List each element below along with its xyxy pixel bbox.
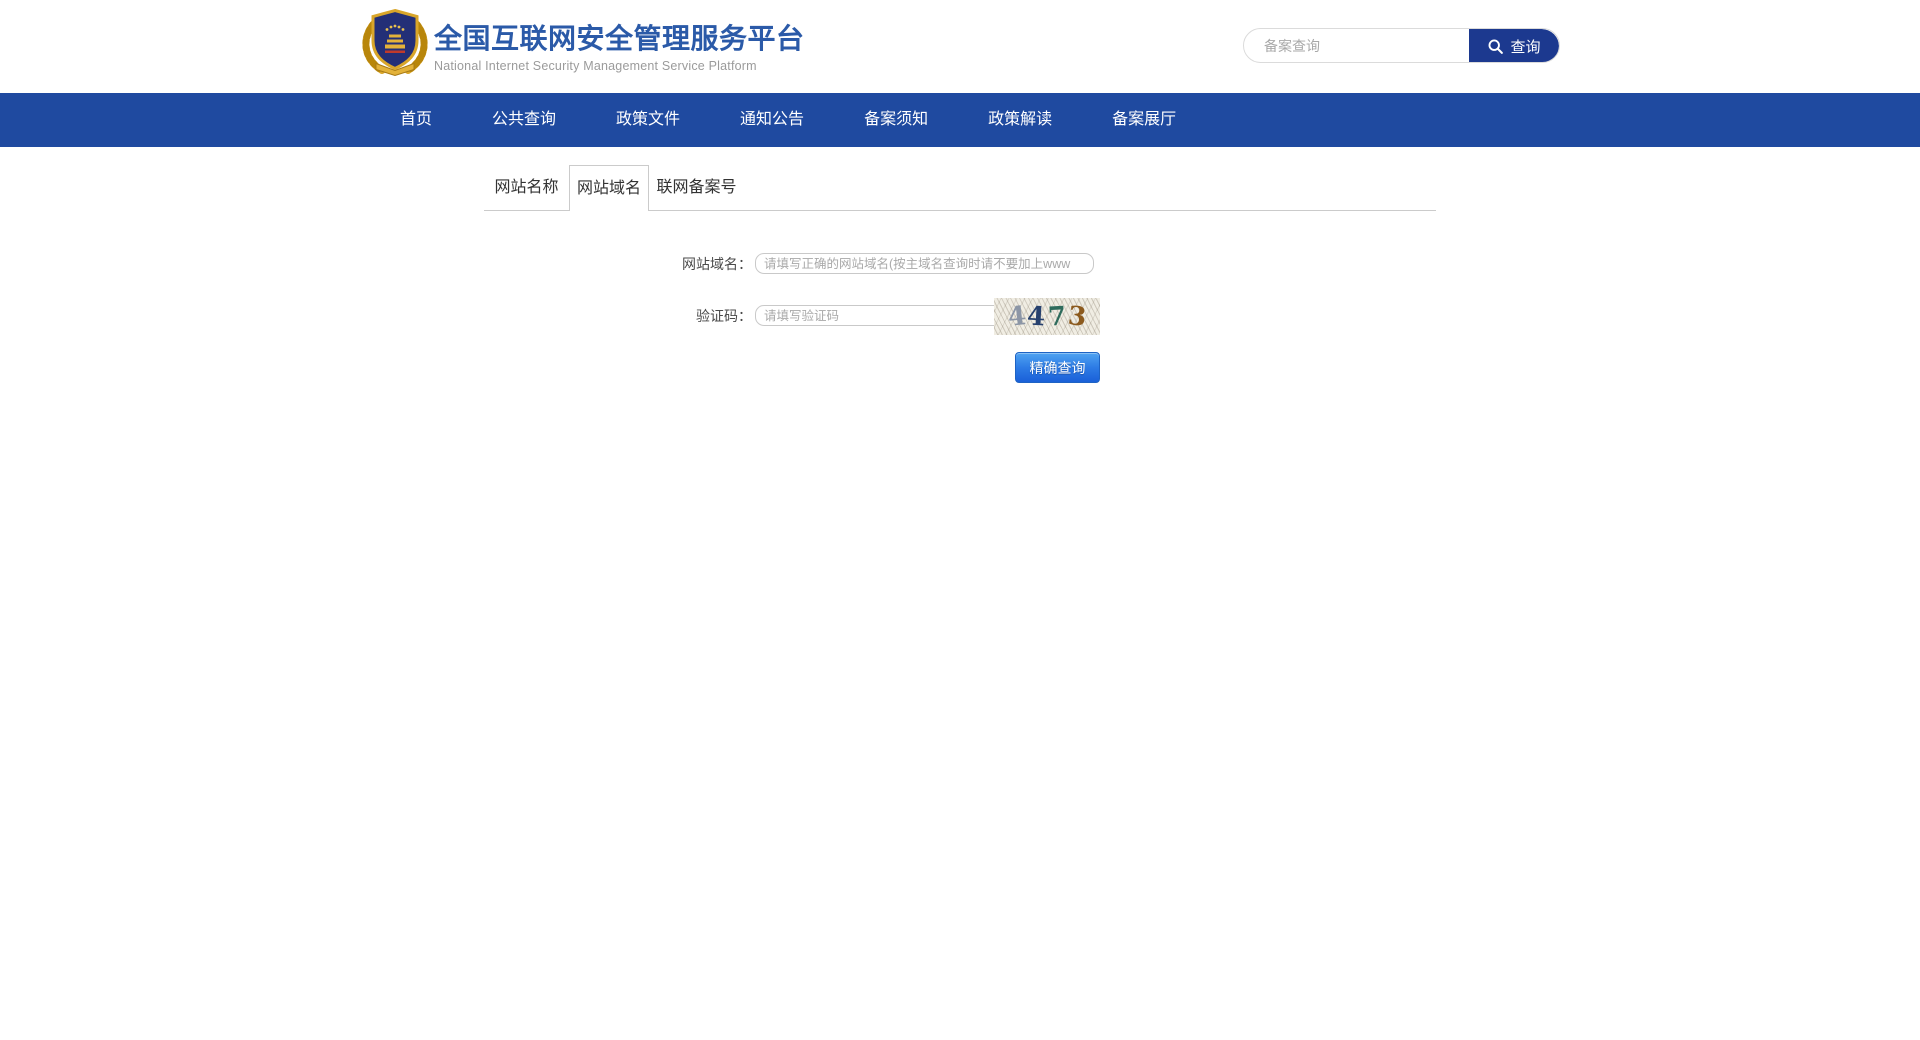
nav-item-policy-interpretation[interactable]: 政策解读 (958, 93, 1082, 147)
header-search: 查询 (1243, 28, 1560, 63)
captcha-digit: 4 (1027, 303, 1046, 330)
main-content: 网站名称 网站域名 联网备案号 网站域名： 验证码： 4 4 7 3 精确查询 (0, 147, 1920, 1040)
police-emblem-logo (358, 7, 432, 76)
search-button-label: 查询 (1510, 36, 1540, 57)
captcha-image[interactable]: 4 4 7 3 (994, 298, 1100, 335)
search-input[interactable] (1244, 29, 1469, 62)
captcha-digit: 4 (1007, 303, 1028, 331)
site-identity: 全国互联网安全管理服务平台 National Internet Security… (434, 23, 805, 73)
magnifier-icon (1487, 38, 1504, 55)
domain-label: 网站域名： (484, 254, 752, 274)
captcha-input[interactable] (755, 305, 1011, 326)
nav-item-policy-files[interactable]: 政策文件 (586, 93, 710, 147)
query-tabs: 网站名称 网站域名 联网备案号 (484, 165, 1436, 211)
nav-item-public-query[interactable]: 公共查询 (462, 93, 586, 147)
site-subtitle: National Internet Security Management Se… (434, 59, 805, 73)
page-header: 全国互联网安全管理服务平台 National Internet Security… (0, 0, 1920, 93)
search-button[interactable]: 查询 (1469, 29, 1559, 63)
site-title: 全国互联网安全管理服务平台 (434, 23, 805, 55)
tab-filing-number[interactable]: 联网备案号 (649, 165, 744, 210)
tab-website-domain[interactable]: 网站域名 (569, 165, 649, 211)
domain-input[interactable] (755, 253, 1094, 274)
nav-item-filing-guide[interactable]: 备案须知 (834, 93, 958, 147)
captcha-digit: 3 (1066, 303, 1087, 331)
precise-query-button[interactable]: 精确查询 (1015, 352, 1100, 383)
nav-item-home[interactable]: 首页 (370, 93, 462, 147)
tab-website-name[interactable]: 网站名称 (484, 165, 569, 210)
nav-item-filing-hall[interactable]: 备案展厅 (1082, 93, 1206, 147)
captcha-digit: 7 (1047, 303, 1066, 330)
nav-item-notices[interactable]: 通知公告 (710, 93, 834, 147)
main-nav: 首页 公共查询 政策文件 通知公告 备案须知 政策解读 备案展厅 (0, 93, 1920, 147)
captcha-label: 验证码： (484, 306, 752, 326)
